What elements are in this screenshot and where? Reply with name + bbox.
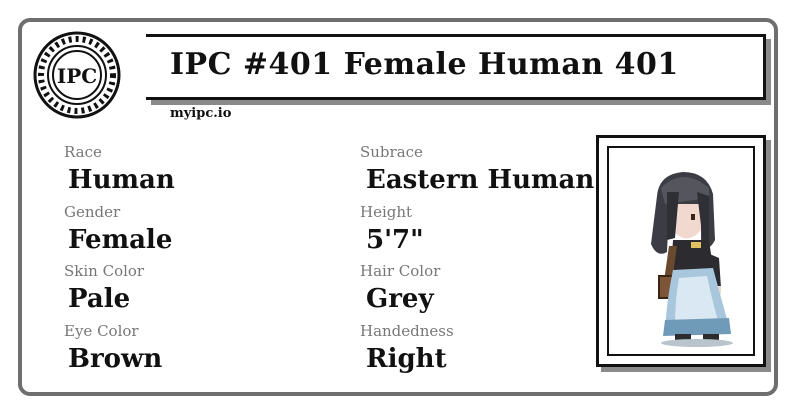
gender-value: Female (68, 225, 173, 255)
height-value: 5'7" (366, 225, 424, 255)
eye-color-label: Eye Color (64, 322, 139, 340)
race-value: Human (68, 165, 175, 195)
handedness-value: Right (366, 344, 447, 374)
hair-color-value: Grey (366, 284, 434, 314)
eye-color-value: Brown (68, 344, 163, 374)
character-sprite (651, 172, 733, 347)
subrace-value: Eastern Human (366, 165, 595, 195)
ipc-logo: IPC (33, 31, 121, 119)
handedness-label: Handedness (360, 322, 454, 340)
portrait-inner-border (607, 146, 755, 356)
gender-label: Gender (64, 203, 121, 221)
skin-color-label: Skin Color (64, 262, 145, 280)
title-bar: IPC #401 Female Human 401 (146, 34, 766, 100)
skin-color-value: Pale (68, 284, 131, 314)
race-label: Race (64, 143, 102, 161)
logo-text: IPC (57, 64, 97, 88)
site-link[interactable]: myipc.io (170, 106, 231, 121)
subrace-label: Subrace (360, 143, 423, 161)
height-label: Height (360, 203, 413, 221)
hair-color-label: Hair Color (360, 262, 441, 280)
page-title: IPC #401 Female Human 401 (170, 47, 679, 82)
portrait-frame (596, 135, 766, 367)
